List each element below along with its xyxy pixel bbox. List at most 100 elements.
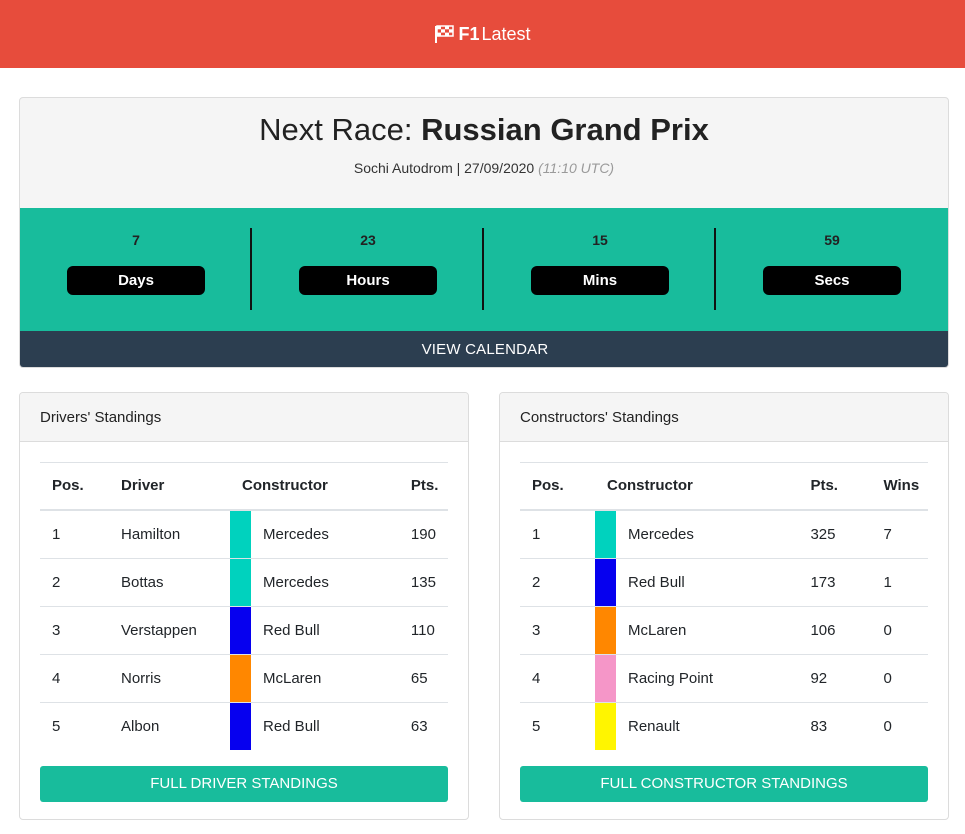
cell-constructor: Red Bull [616,557,799,606]
team-color-swatch [230,510,251,558]
cell-constructor: McLaren [616,605,799,654]
team-color-swatch [230,558,251,606]
checkered-flag-icon [435,25,455,43]
cell-constructor: Mercedes [251,557,399,606]
cell-constructor: Red Bull [251,701,399,750]
table-header-row: Pos. Driver Constructor Pts. [40,462,448,510]
table-row: 5 Renault 83 0 [520,701,928,750]
countdown-label: Hours [299,266,437,295]
cell-pts: 106 [798,605,872,654]
drivers-table: Pos. Driver Constructor Pts. 1 Hamilton … [40,462,448,750]
navbar: F1 Latest [0,0,965,68]
race-header: Next Race: Russian Grand Prix Sochi Auto… [20,98,948,208]
cell-wins: 0 [871,653,928,702]
countdown-days: 7 Days [20,208,252,331]
col-driver: Driver [121,477,165,495]
cell-wins: 0 [871,701,928,750]
team-color-swatch [595,702,616,750]
race-location-date: Sochi Autodrom | 27/09/2020 [353,160,535,176]
cell-driver: Hamilton [121,525,181,543]
constructors-table: Pos. Constructor Pts. Wins 1 Mercedes 32… [520,462,928,750]
table-row: 2 Bottas Mercedes 135 [40,557,448,606]
cell-wins: 0 [871,605,928,654]
cell-pts: 110 [398,605,448,654]
drivers-standings-title: Drivers' Standings [20,393,468,442]
countdown-label: Secs [763,266,901,295]
cell-pos: 3 [520,605,595,654]
countdown-label: Days [67,266,205,295]
cell-constructor: Renault [616,701,799,750]
race-time-utc: (11:10 UTC) [538,160,615,176]
constructors-standings-title: Constructors' Standings [500,393,948,442]
full-constructor-standings-button[interactable]: FULL CONSTRUCTOR STANDINGS [520,765,928,802]
cell-pts: 135 [398,557,448,606]
race-subtitle: Sochi Autodrom | 27/09/2020 (11:10 UTC) [20,160,948,176]
race-title-prefix: Next Race: [259,112,422,147]
countdown-label: Mins [531,266,669,295]
cell-pos: 5 [520,701,595,750]
table-row: 2 Red Bull 173 1 [520,557,928,606]
countdown-value: 23 [360,232,376,248]
cell-pts: 173 [798,557,872,606]
next-race-card: Next Race: Russian Grand Prix Sochi Auto… [19,97,949,368]
cell-pos: 2 [40,557,109,606]
col-pts: Pts. [410,477,439,495]
countdown-value: 59 [824,232,840,248]
table-row: 3 McLaren 106 0 [520,605,928,654]
cell-driver: Bottas [109,557,230,606]
team-color-swatch [595,654,616,702]
col-pos: Pos. [52,477,84,495]
table-row: 3 Verstappen Red Bull 110 [40,605,448,654]
brand-link[interactable]: F1 Latest [434,23,531,45]
cell-constructor: Racing Point [616,653,799,702]
team-color-swatch [230,702,251,750]
table-row: 4 Racing Point 92 0 [520,653,928,702]
table-row: 4 Norris McLaren 65 [40,653,448,702]
constructors-standings-panel: Constructors' Standings Pos. Constructor… [499,392,949,820]
cell-pts: 190 [410,525,436,543]
team-color-swatch [595,510,616,558]
col-wins: Wins [883,477,920,495]
race-name: Russian Grand Prix [421,112,709,147]
cell-pos: 3 [40,605,109,654]
cell-pos: 1 [532,525,541,543]
full-driver-standings-button[interactable]: FULL DRIVER STANDINGS [40,765,448,802]
countdown-value: 15 [592,232,608,248]
team-color-swatch [595,558,616,606]
cell-pts: 92 [798,653,872,702]
cell-pts: 65 [398,653,448,702]
cell-pts: 325 [810,525,836,543]
brand-light: Latest [481,23,531,44]
cell-constructor: Mercedes [263,525,329,543]
cell-pts: 83 [798,701,872,750]
cell-driver: Verstappen [109,605,230,654]
race-title: Next Race: Russian Grand Prix [20,112,948,148]
cell-constructor: McLaren [251,653,399,702]
team-color-swatch [230,654,251,702]
team-color-swatch [595,606,616,654]
cell-pos: 5 [40,701,109,750]
cell-driver: Norris [109,653,230,702]
cell-wins: 7 [883,525,892,543]
cell-constructor: Mercedes [628,525,694,543]
cell-driver: Albon [109,701,230,750]
cell-pos: 1 [52,525,61,543]
col-constructor: Constructor [607,477,693,495]
brand-bold: F1 [458,23,480,44]
table-header-row: Pos. Constructor Pts. Wins [520,462,928,510]
drivers-standings-panel: Drivers' Standings Pos. Driver Construct… [19,392,469,820]
countdown-value: 7 [132,232,140,248]
view-calendar-button[interactable]: VIEW CALENDAR [20,331,948,367]
col-pts: Pts. [810,477,838,495]
cell-constructor: Red Bull [251,605,399,654]
cell-wins: 1 [871,557,928,606]
table-row: 5 Albon Red Bull 63 [40,701,448,750]
team-color-swatch [230,606,251,654]
col-pos: Pos. [532,477,564,495]
countdown-hours: 23 Hours [252,208,484,331]
countdown-secs: 59 Secs [716,208,948,331]
cell-pos: 2 [520,557,595,606]
cell-pts: 63 [398,701,448,750]
countdown: 7 Days 23 Hours 15 Mins 59 Secs [20,208,948,331]
table-row: 1 Mercedes 325 7 [520,510,928,559]
